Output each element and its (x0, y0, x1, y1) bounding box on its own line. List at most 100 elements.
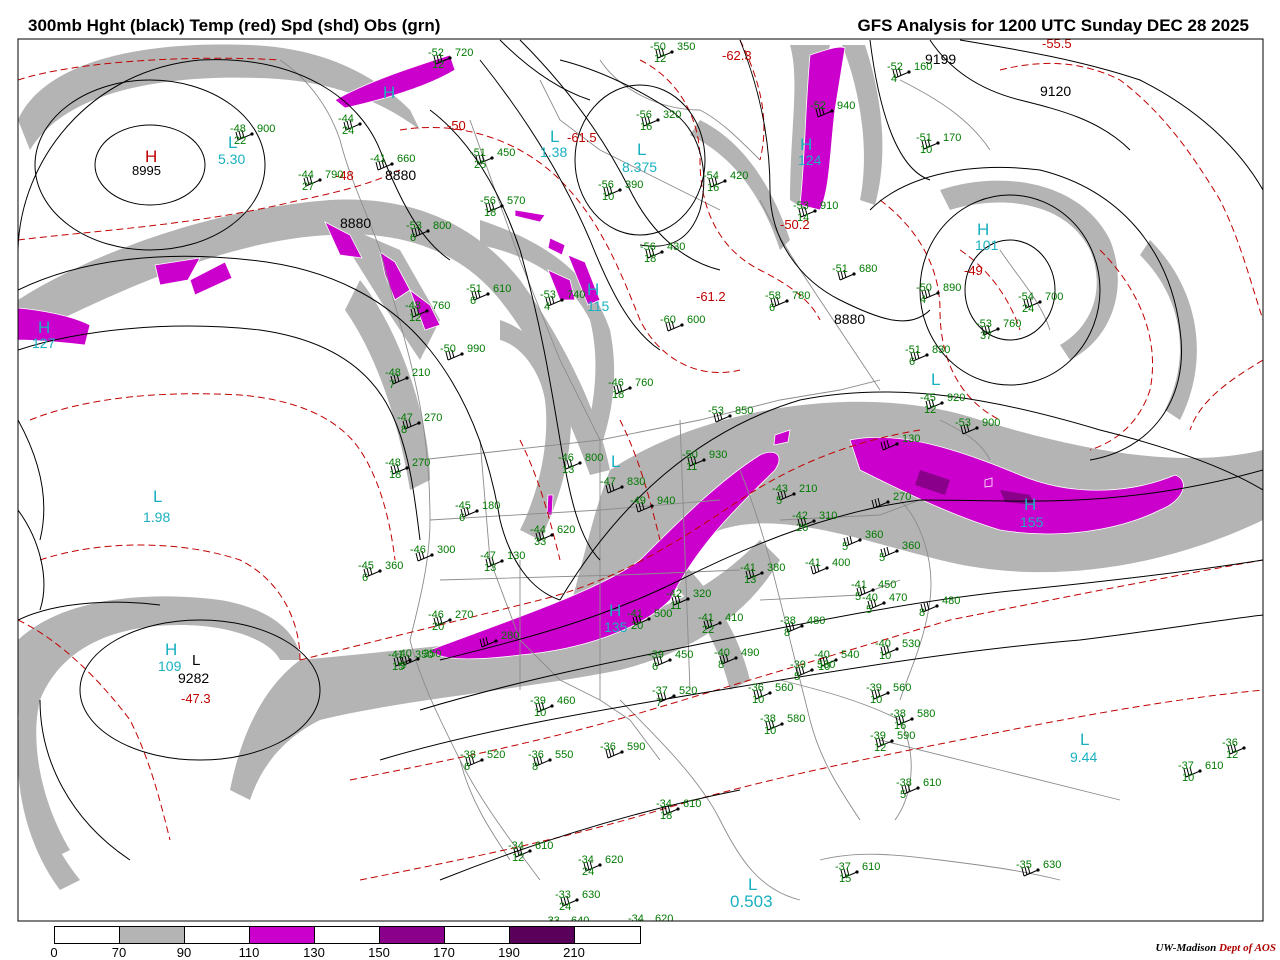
obs-temperature: -35 (1016, 859, 1032, 871)
obs-height: 590 (897, 730, 915, 742)
legend-tick: 190 (498, 945, 520, 960)
obs-dewpoint: 5 (866, 604, 872, 616)
obs-height: 780 (792, 290, 810, 302)
obs-temperature: -34 (508, 840, 524, 852)
center-letter: H (165, 640, 177, 659)
obs-dewpoint: 7 (389, 379, 395, 391)
obs-dewpoint: 7 (656, 697, 662, 709)
center-value: 1.38 (540, 144, 567, 160)
obs-dewpoint: 14 (797, 212, 809, 224)
obs-temperature: -53 (708, 405, 724, 417)
obs-temperature: -51 (905, 344, 921, 356)
obs-temperature: -38 (896, 777, 912, 789)
obs-dewpoint: 11 (670, 600, 681, 612)
obs-dewpoint: 24 (559, 901, 571, 913)
obs-dewpoint: 9 (400, 660, 406, 672)
obs-height: 790 (325, 169, 343, 181)
obs-height: 570 (507, 195, 525, 207)
obs-temperature: -36 (600, 741, 616, 753)
obs-temperature: -53 (976, 318, 992, 330)
height-label: 8880 (340, 215, 371, 231)
obs-temperature: -34 (628, 913, 644, 925)
obs-dewpoint: 22 (702, 624, 714, 636)
obs-height: 400 (832, 557, 850, 569)
obs-temperature: -47 (397, 412, 413, 424)
analysis-time: GFS Analysis for 1200 UTC Sunday DEC 28 … (857, 16, 1249, 35)
legend-swatch (185, 927, 250, 943)
obs-height: 610 (493, 283, 511, 295)
center-letter: H (609, 601, 621, 620)
legend-tick: 210 (563, 945, 585, 960)
weather-map: 8880 8880 8880 9199 9120 9282 -55.5 -62.… (17, 38, 1264, 925)
obs-temperature: -37 (835, 861, 851, 873)
obs-dewpoint: 4 (920, 294, 926, 306)
center-value: 5.30 (218, 151, 245, 167)
center-value: 135 (604, 619, 628, 635)
obs-temperature: -38 (780, 615, 796, 627)
obs-height: 620 (605, 854, 623, 866)
temperature-label: -49 (964, 263, 983, 278)
obs-height: 630 (1043, 859, 1061, 871)
obs-dewpoint: 26 (796, 522, 808, 534)
obs-height: 760 (1003, 318, 1021, 330)
obs-dewpoint: 6 (410, 232, 416, 244)
obs-temperature: -37 (1178, 760, 1194, 772)
center-value: 9.44 (1070, 749, 1097, 765)
obs-height: 170 (943, 132, 961, 144)
obs-temperature: -56 (636, 109, 652, 121)
center-letter: L (1080, 730, 1089, 749)
temperature-label: -61.2 (696, 289, 726, 304)
center-letter: H (587, 280, 599, 299)
obs-height: 920 (947, 392, 965, 404)
obs-height: 610 (923, 777, 941, 789)
obs-height: 630 (582, 889, 600, 901)
obs-temperature: -39 (870, 730, 886, 742)
obs-temperature: -34 (656, 798, 672, 810)
legend-swatch (445, 927, 510, 943)
obs-temperature: -52 (887, 61, 903, 73)
obs-temperature: -51 (470, 147, 486, 159)
obs-dewpoint: 15 (839, 873, 851, 885)
legend-tick: 70 (111, 945, 127, 960)
obs-temperature: -52 (428, 47, 444, 59)
obs-height: 940 (837, 100, 855, 112)
obs-temperature: -45 (358, 560, 374, 572)
obs-temperature: -39 (648, 649, 664, 661)
obs-height: 560 (893, 682, 911, 694)
obs-temperature: -56 (480, 195, 496, 207)
obs-height: 520 (679, 685, 697, 697)
legend-swatch (510, 927, 575, 943)
obs-height: 310 (819, 510, 837, 522)
obs-dewpoint: 18 (389, 469, 401, 481)
obs-temperature: -34 (578, 854, 594, 866)
center-marker: H (383, 83, 395, 102)
obs-temperature: -44 (298, 169, 314, 181)
center-letter: H (383, 83, 395, 102)
obs-height: 280 (501, 630, 519, 642)
obs-height: 910 (820, 200, 838, 212)
center-value: 101 (975, 237, 999, 253)
legend-swatch (250, 927, 315, 943)
obs-temperature: -45 (920, 392, 936, 404)
obs-height: 180 (482, 500, 500, 512)
obs-height: 160 (914, 61, 932, 73)
obs-temperature: -41 (805, 557, 821, 569)
obs-temperature: -46 (558, 452, 574, 464)
obs-temperature: -40 (875, 638, 891, 650)
obs-temperature: -54 (1018, 291, 1034, 303)
obs-height: 380 (767, 562, 785, 574)
station-dot (648, 922, 651, 925)
obs-temperature: -45 (455, 500, 471, 512)
obs-dewpoint: 5 (900, 789, 906, 801)
obs-height: 580 (787, 713, 805, 725)
obs-dewpoint: 10 (534, 707, 546, 719)
obs-height: 490 (741, 647, 759, 659)
obs-height: 610 (683, 798, 701, 810)
obs-dewpoint: 16 (707, 182, 719, 194)
obs-height: 130 (507, 550, 525, 562)
center-letter: H (1024, 495, 1036, 514)
obs-temperature: -51 (916, 132, 932, 144)
obs-temperature: -48 (385, 367, 401, 379)
obs-dewpoint: 10 (764, 725, 776, 737)
obs-height: 360 (385, 560, 403, 572)
